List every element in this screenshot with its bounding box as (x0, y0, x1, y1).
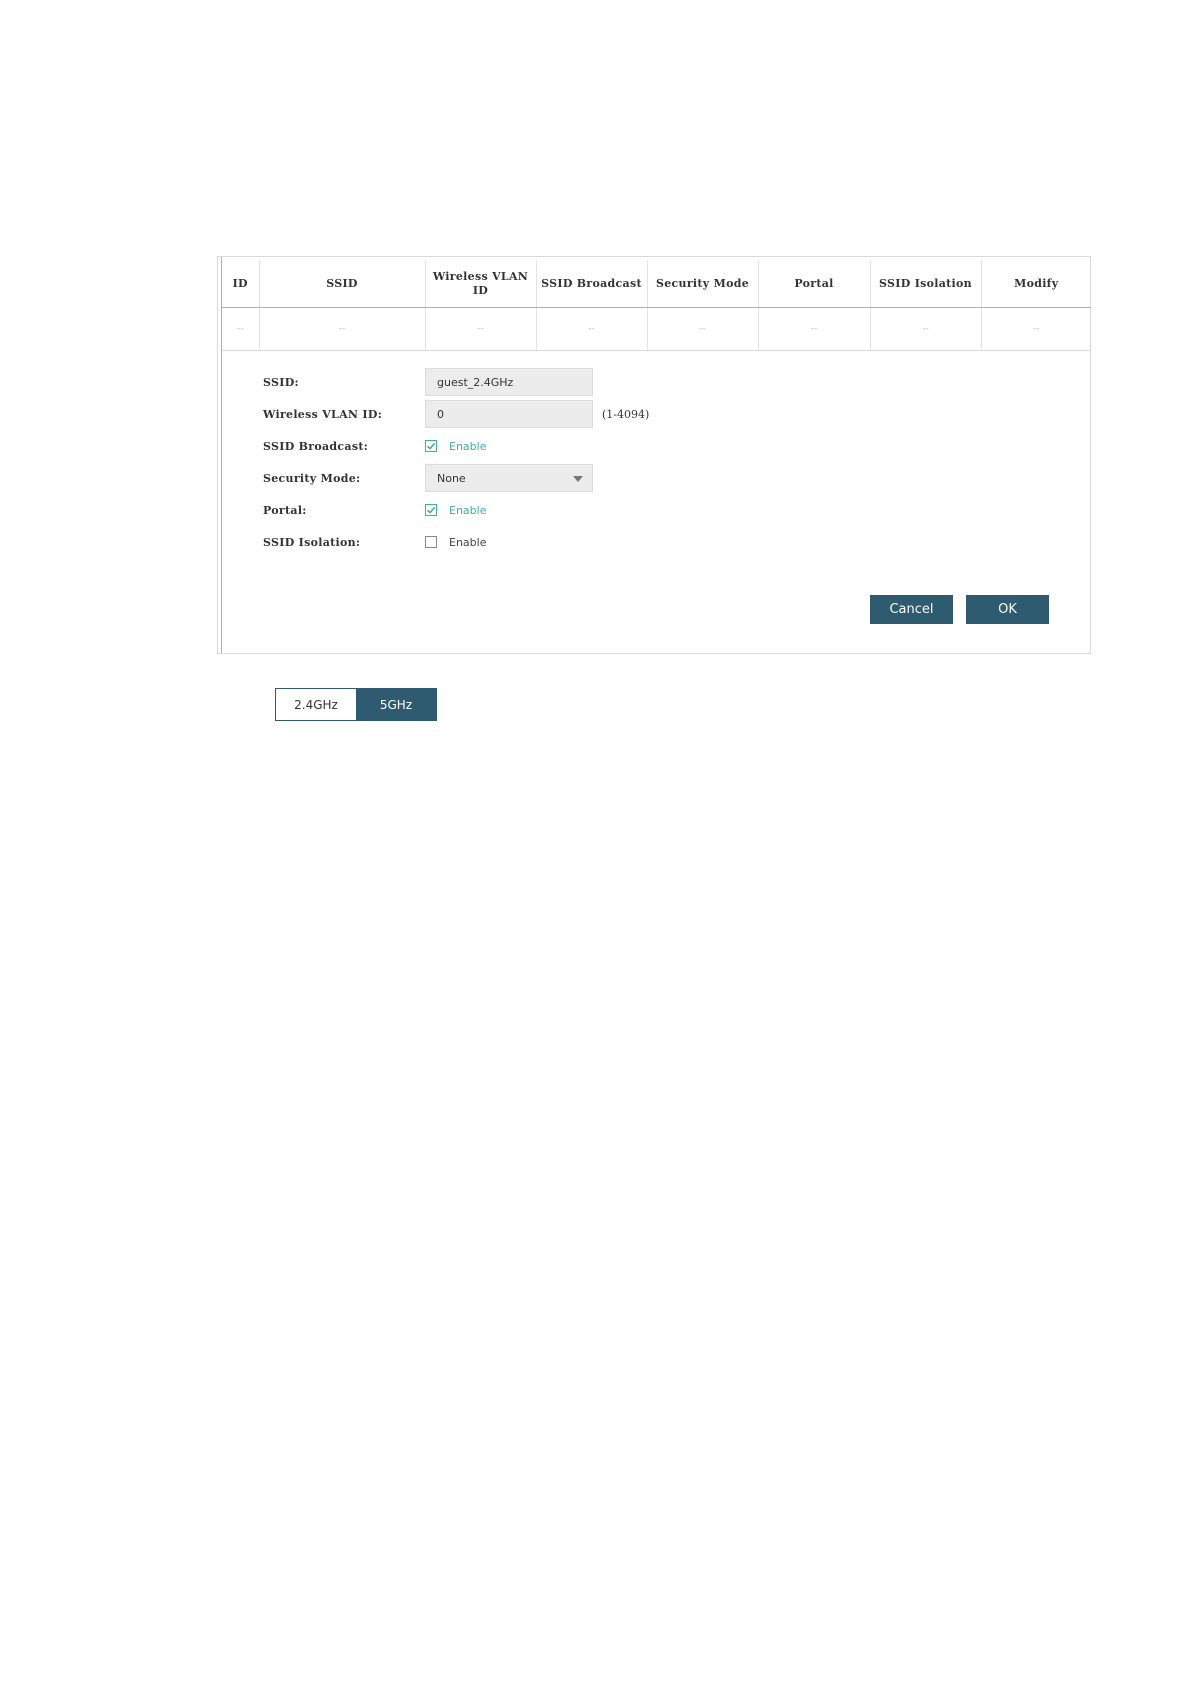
column-header-id: ID (222, 260, 260, 308)
ssid-table: ID SSID Wireless VLAN ID SSID Broadcast … (222, 260, 1091, 351)
ssid-isolation-enable-label[interactable]: Enable (449, 536, 486, 549)
table-cell: -- (222, 307, 260, 351)
portal-label: Portal: (263, 503, 307, 517)
security-mode-row: Security Mode: None (263, 464, 593, 492)
vlan-id-label: Wireless VLAN ID: (263, 407, 383, 421)
security-mode-value: None (437, 471, 466, 485)
table-cell: -- (981, 307, 1091, 351)
ssid-isolation-label: SSID Isolation: (263, 535, 361, 549)
column-header-ssid-broadcast: SSID Broadcast (536, 260, 648, 308)
chevron-down-icon (573, 476, 583, 482)
table-row: -- -- -- -- -- -- -- -- (222, 307, 1091, 351)
vlan-row: Wireless VLAN ID: (1-4094) (263, 400, 650, 428)
security-mode-label: Security Mode: (263, 471, 361, 485)
ssid-broadcast-checkbox[interactable] (425, 440, 437, 452)
table-cell: -- (647, 307, 759, 351)
ssid-broadcast-label: SSID Broadcast: (263, 439, 369, 453)
ssid-isolation-row: SSID Isolation: Enable (263, 529, 486, 555)
table-cell: -- (758, 307, 871, 351)
column-header-ssid: SSID (259, 260, 426, 308)
tab-2-4ghz[interactable]: 2.4GHz (276, 689, 356, 720)
table-header-row: ID SSID Wireless VLAN ID SSID Broadcast … (222, 260, 1091, 308)
checkmark-icon (426, 506, 436, 514)
ssid-broadcast-enable-label[interactable]: Enable (449, 440, 486, 453)
checkmark-icon (426, 442, 436, 450)
column-header-vlan-id: Wireless VLAN ID (425, 260, 537, 308)
table-cell: -- (536, 307, 648, 351)
ssid-input[interactable] (425, 368, 593, 396)
vlan-id-input[interactable] (425, 400, 593, 428)
ssid-isolation-checkbox[interactable] (425, 536, 437, 548)
portal-enable-label[interactable]: Enable (449, 504, 486, 517)
table-cell: -- (870, 307, 982, 351)
ssid-row: SSID: (263, 368, 593, 396)
portal-checkbox[interactable] (425, 504, 437, 516)
tab-5ghz[interactable]: 5GHz (356, 689, 436, 720)
column-header-ssid-isolation: SSID Isolation (870, 260, 982, 308)
ok-button[interactable]: OK (966, 595, 1049, 624)
vlan-range-hint: (1-4094) (602, 407, 650, 421)
table-cell: -- (259, 307, 426, 351)
ssid-broadcast-row: SSID Broadcast: Enable (263, 433, 486, 459)
security-mode-select[interactable]: None (425, 464, 593, 492)
column-header-security-mode: Security Mode (647, 260, 759, 308)
table-cell: -- (425, 307, 537, 351)
ssid-label: SSID: (263, 375, 299, 389)
cancel-button[interactable]: Cancel (870, 595, 953, 624)
column-header-modify: Modify (981, 260, 1091, 308)
column-header-portal: Portal (758, 260, 871, 308)
portal-row: Portal: Enable (263, 497, 486, 523)
band-toggle: 2.4GHz 5GHz (275, 688, 437, 721)
